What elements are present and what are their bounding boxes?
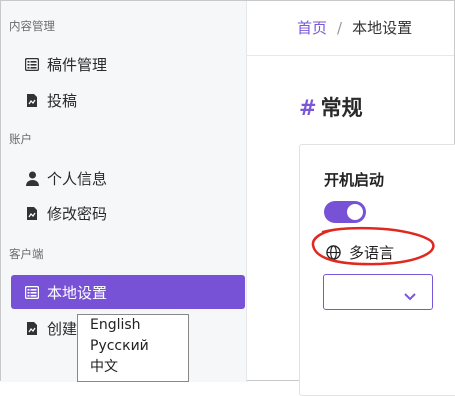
sidebar-section-client: 客户端 (9, 247, 44, 261)
document-icon (23, 93, 41, 108)
document-icon (23, 206, 41, 221)
breadcrumb-separator: / (337, 19, 343, 37)
language-dropdown: English Русский 中文 (77, 314, 189, 382)
boot-toggle[interactable] (324, 201, 366, 223)
sidebar-item-label: 本地设置 (47, 283, 108, 302)
list-icon (23, 285, 41, 299)
sidebar-section-account: 账户 (9, 132, 32, 146)
main-content: 首页 / 本地设置 # 常规 开机启动 多语言 (247, 1, 455, 396)
toggle-knob (347, 204, 363, 220)
boot-label: 开机启动 (324, 171, 385, 189)
sidebar-item-profile[interactable]: 个人信息 (11, 161, 245, 195)
language-option-russian[interactable]: Русский (78, 336, 188, 357)
breadcrumb: 首页 / 本地设置 (297, 17, 412, 38)
chevron-down-icon (404, 286, 416, 305)
page-title: # 常规 (299, 92, 363, 122)
sidebar-item-label: 稿件管理 (47, 55, 108, 74)
settings-card: 开机启动 多语言 (299, 144, 455, 396)
sidebar-item-label: 个人信息 (47, 169, 108, 188)
language-option-chinese[interactable]: 中文 (78, 357, 188, 378)
language-select[interactable] (323, 274, 433, 310)
language-option-english[interactable]: English (78, 315, 188, 336)
divider (247, 55, 454, 56)
sidebar-item-change-password[interactable]: 修改密码 (11, 196, 245, 230)
breadcrumb-current: 本地设置 (352, 19, 413, 37)
document-icon (23, 321, 41, 336)
sidebar-item-manuscripts[interactable]: 稿件管理 (11, 47, 245, 81)
sidebar-item-label: 投稿 (47, 91, 78, 110)
sidebar-item-submit[interactable]: 投稿 (11, 83, 245, 117)
page-title-text: 常规 (320, 96, 363, 120)
title-hash: # (299, 96, 317, 120)
sidebar-section-content: 内容管理 (9, 19, 55, 33)
annotation-circle (311, 226, 435, 266)
user-icon (23, 171, 41, 186)
list-icon (23, 57, 41, 71)
breadcrumb-home-link[interactable]: 首页 (297, 19, 327, 37)
sidebar-item-local-settings[interactable]: 本地设置 (11, 275, 245, 309)
sidebar-item-label: 修改密码 (47, 204, 108, 223)
